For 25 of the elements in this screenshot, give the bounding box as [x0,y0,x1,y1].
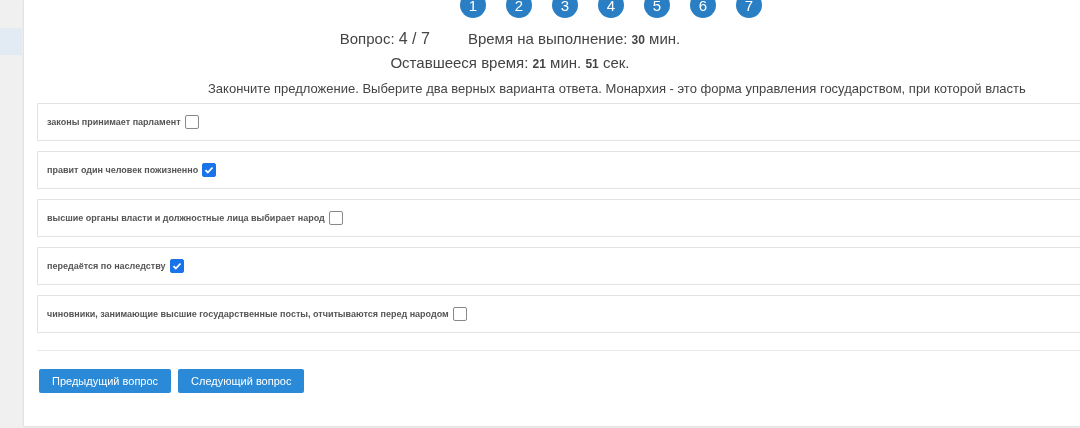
answer-text: законы принимает парламент [47,117,181,127]
checkbox[interactable] [452,307,467,321]
question-counter: Вопрос: 4 / 7 [339,30,430,48]
answer-text: чиновники, занимающие высшие государственные посты, отчитываются перед народом [47,309,449,319]
question-number-button[interactable]: 5 [644,0,670,18]
question-number-button[interactable]: 7 [736,0,762,18]
answer-text: передаётся по наследству [47,261,166,271]
question-number-button[interactable]: 6 [690,0,716,18]
checkbox[interactable] [184,115,199,129]
question-number-button[interactable]: 3 [552,0,578,18]
checkbox[interactable] [202,163,217,177]
checkbox[interactable] [328,211,343,225]
next-question-button[interactable]: Следующий вопрос [178,369,305,393]
time-limit: Время на выполнение: 30 мин. [467,30,681,47]
checkbox[interactable] [169,259,184,273]
question-number-button[interactable]: 2 [506,0,532,18]
time-remaining: Оставшееся время: 21 мин. 51 сек. [390,54,630,71]
question-number-button[interactable]: 4 [598,0,624,18]
check-icon [171,261,182,271]
answer-text: высшие органы власти и должностные лица выбирает народ [47,213,325,223]
question-text: Закончите предложение. Выберите два верных варианта ответа. Монархия - это форма управления государством, при которой власть [207,81,1027,96]
answer-text: правит один человек пожизненно [47,165,199,175]
previous-question-button[interactable]: Предыдущий вопрос [39,369,172,393]
check-icon [204,165,215,175]
question-number-button[interactable]: 1 [460,0,486,18]
